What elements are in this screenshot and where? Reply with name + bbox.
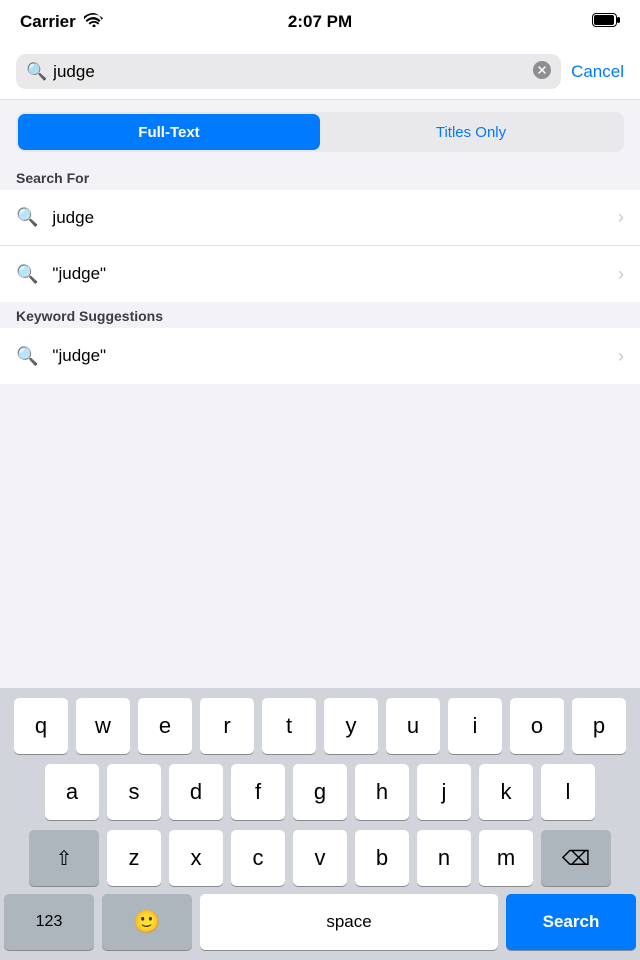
key-row-2: a s d f g h j k l bbox=[4, 764, 636, 820]
key-w[interactable]: w bbox=[76, 698, 130, 754]
key-z[interactable]: z bbox=[107, 830, 161, 886]
key-r[interactable]: r bbox=[200, 698, 254, 754]
keyword-result-text-0: "judge" bbox=[52, 346, 618, 366]
key-c[interactable]: c bbox=[231, 830, 285, 886]
key-e[interactable]: e bbox=[138, 698, 192, 754]
status-time: 2:07 PM bbox=[288, 12, 352, 32]
key-m[interactable]: m bbox=[479, 830, 533, 886]
result-row-judge[interactable]: 🔍 judge › bbox=[0, 190, 640, 246]
key-h[interactable]: h bbox=[355, 764, 409, 820]
keyword-chevron-icon-0: › bbox=[618, 346, 624, 367]
search-input[interactable] bbox=[53, 62, 527, 82]
key-f[interactable]: f bbox=[231, 764, 285, 820]
keyword-result-icon-0: 🔍 bbox=[16, 346, 38, 367]
segment-full-text[interactable]: Full-Text bbox=[18, 114, 320, 150]
key-j[interactable]: j bbox=[417, 764, 471, 820]
search-result-icon-0: 🔍 bbox=[16, 207, 38, 228]
key-l[interactable]: l bbox=[541, 764, 595, 820]
carrier-label: Carrier bbox=[20, 12, 76, 32]
status-bar: Carrier 2:07 PM bbox=[0, 0, 640, 44]
key-y[interactable]: y bbox=[324, 698, 378, 754]
numbers-key[interactable]: 123 bbox=[4, 894, 94, 950]
search-for-header: Search For bbox=[0, 164, 640, 190]
key-p[interactable]: p bbox=[572, 698, 626, 754]
status-left: Carrier bbox=[20, 12, 104, 32]
search-result-icon-1: 🔍 bbox=[16, 264, 38, 285]
key-n[interactable]: n bbox=[417, 830, 471, 886]
key-g[interactable]: g bbox=[293, 764, 347, 820]
key-row-1: q w e r t y u i o p bbox=[4, 698, 636, 754]
key-row-3: ⇧ z x c v b n m ⌫ bbox=[4, 830, 636, 886]
chevron-icon-0: › bbox=[618, 207, 624, 228]
key-o[interactable]: o bbox=[510, 698, 564, 754]
keyword-row-0[interactable]: 🔍 "judge" › bbox=[0, 328, 640, 384]
search-key[interactable]: Search bbox=[506, 894, 636, 950]
keyword-suggestions-header: Keyword Suggestions bbox=[0, 302, 640, 328]
key-k[interactable]: k bbox=[479, 764, 533, 820]
search-icon: 🔍 bbox=[26, 62, 47, 82]
space-key[interactable]: space bbox=[200, 894, 498, 950]
keyword-suggestions-list: 🔍 "judge" › bbox=[0, 328, 640, 384]
key-s[interactable]: s bbox=[107, 764, 161, 820]
wifi-icon bbox=[84, 12, 104, 32]
result-text-1: "judge" bbox=[52, 264, 618, 284]
result-row-judge-quoted[interactable]: 🔍 "judge" › bbox=[0, 246, 640, 302]
cancel-button[interactable]: Cancel bbox=[571, 62, 624, 82]
search-input-wrapper: 🔍 bbox=[16, 54, 561, 89]
keyboard-bottom-row: 123 🙂 space Search bbox=[0, 890, 640, 960]
search-bar-area: 🔍 Cancel bbox=[0, 44, 640, 100]
key-b[interactable]: b bbox=[355, 830, 409, 886]
key-a[interactable]: a bbox=[45, 764, 99, 820]
emoji-key[interactable]: 🙂 bbox=[102, 894, 192, 950]
backspace-key[interactable]: ⌫ bbox=[541, 830, 611, 886]
keyboard: q w e r t y u i o p a s d f g h j k l ⇧ … bbox=[0, 688, 640, 960]
search-for-list: 🔍 judge › 🔍 "judge" › bbox=[0, 190, 640, 302]
chevron-icon-1: › bbox=[618, 264, 624, 285]
key-u[interactable]: u bbox=[386, 698, 440, 754]
segment-control: Full-Text Titles Only bbox=[16, 112, 624, 152]
key-i[interactable]: i bbox=[448, 698, 502, 754]
key-t[interactable]: t bbox=[262, 698, 316, 754]
clear-button[interactable] bbox=[533, 61, 551, 82]
key-q[interactable]: q bbox=[14, 698, 68, 754]
key-x[interactable]: x bbox=[169, 830, 223, 886]
segment-titles-only[interactable]: Titles Only bbox=[320, 114, 622, 150]
result-text-0: judge bbox=[52, 208, 618, 228]
shift-key[interactable]: ⇧ bbox=[29, 830, 99, 886]
battery-icon bbox=[592, 12, 620, 32]
key-d[interactable]: d bbox=[169, 764, 223, 820]
status-right bbox=[592, 12, 620, 32]
keyboard-rows: q w e r t y u i o p a s d f g h j k l ⇧ … bbox=[0, 688, 640, 890]
key-v[interactable]: v bbox=[293, 830, 347, 886]
